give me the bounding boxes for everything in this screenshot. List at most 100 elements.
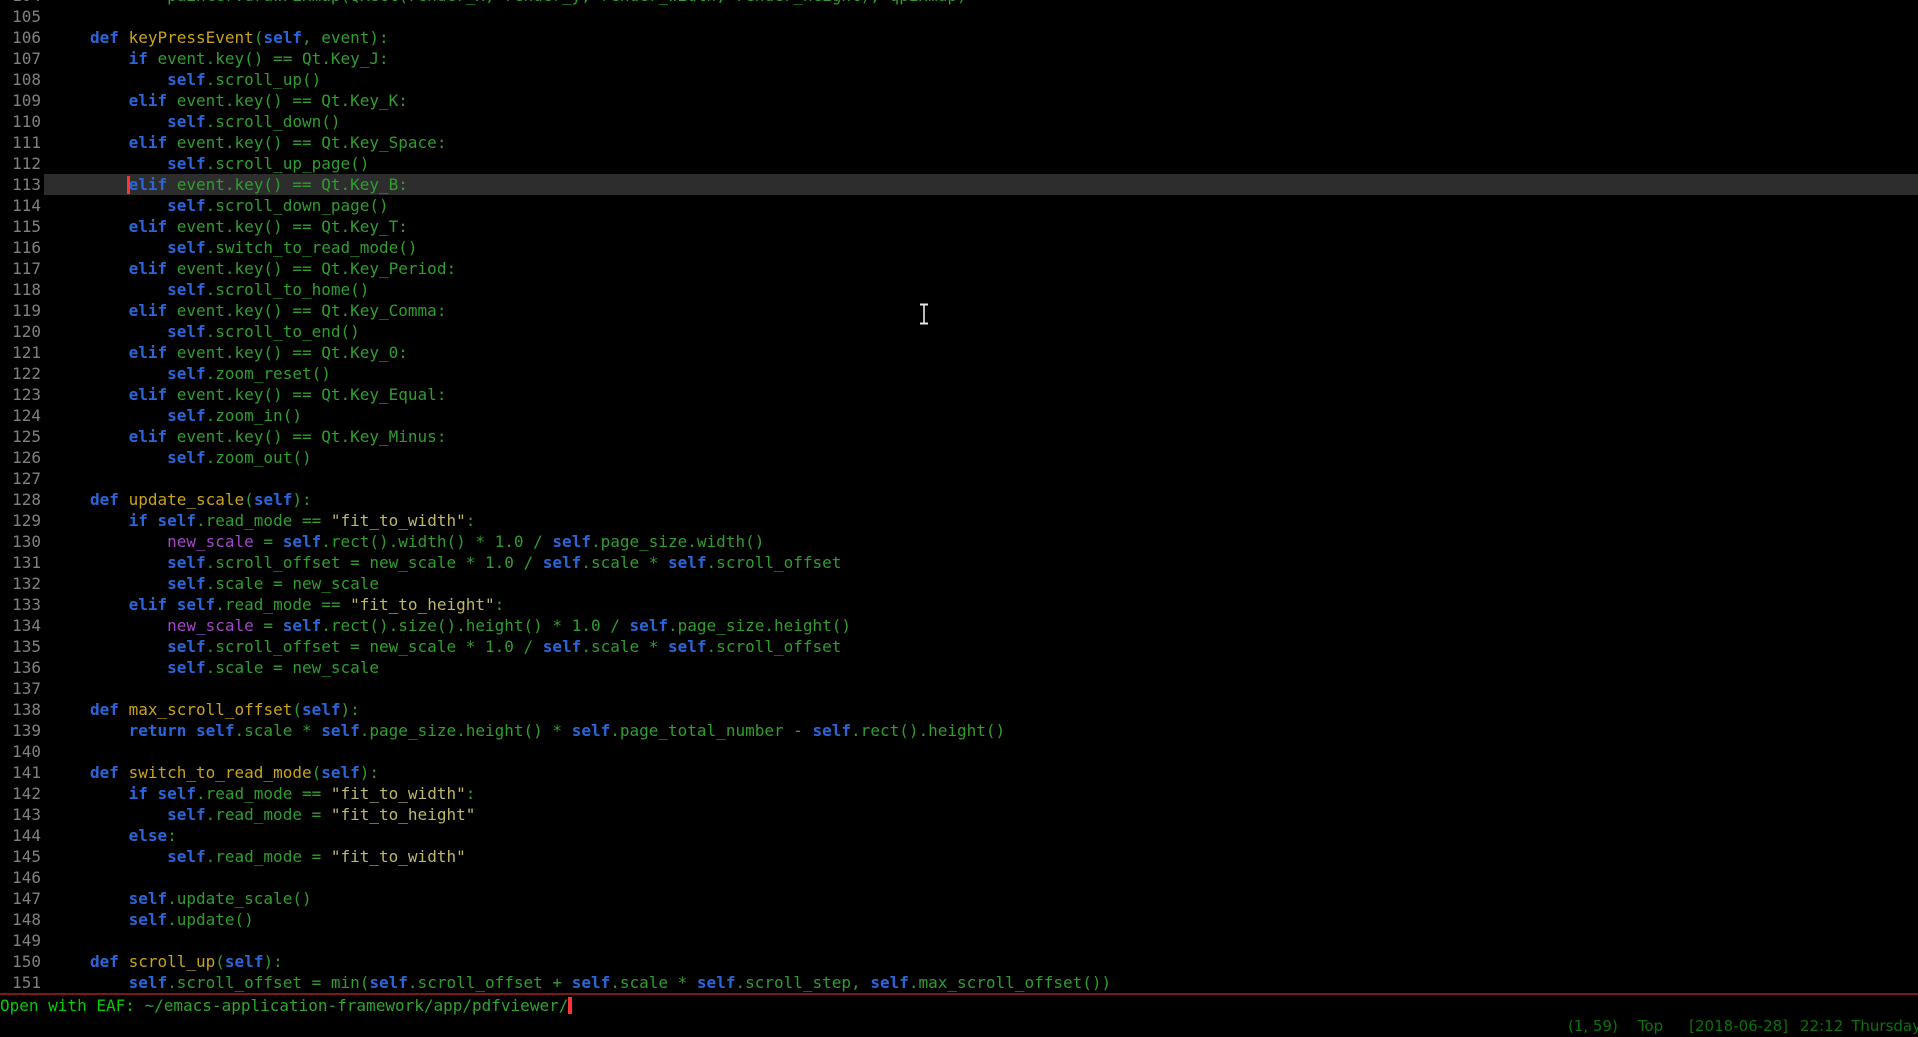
- line-number: 148: [0, 909, 41, 930]
- line-number: 138: [0, 699, 41, 720]
- code-line[interactable]: 120 self.scroll_to_end(): [0, 321, 1918, 342]
- line-number: 144: [0, 825, 41, 846]
- line-number: 125: [0, 426, 41, 447]
- line-number: 107: [0, 48, 41, 69]
- code-line[interactable]: 138 def max_scroll_offset(self):: [0, 699, 1918, 720]
- line-number: 118: [0, 279, 41, 300]
- mouse-ibeam-pointer: [917, 303, 931, 325]
- code-text: self.read_mode = "fit_to_height": [52, 804, 476, 825]
- code-line[interactable]: 125 elif event.key() == Qt.Key_Minus:: [0, 426, 1918, 447]
- code-text: self.switch_to_read_mode(): [52, 237, 418, 258]
- code-line[interactable]: 134 new_scale = self.rect().size().heigh…: [0, 615, 1918, 636]
- code-line[interactable]: 135 self.scroll_offset = new_scale * 1.0…: [0, 636, 1918, 657]
- line-number: 128: [0, 489, 41, 510]
- code-line[interactable]: 113 elif event.key() == Qt.Key_B:: [0, 174, 1918, 195]
- line-number: 129: [0, 510, 41, 531]
- code-line[interactable]: 126 self.zoom_out(): [0, 447, 1918, 468]
- code-text: elif event.key() == Qt.Key_Equal:: [52, 384, 447, 405]
- line-number: 137: [0, 678, 41, 699]
- code-line[interactable]: 131 self.scroll_offset = new_scale * 1.0…: [0, 552, 1918, 573]
- line-number: 122: [0, 363, 41, 384]
- code-text: def keyPressEvent(self, event):: [52, 27, 389, 48]
- code-line[interactable]: 147 self.update_scale(): [0, 888, 1918, 909]
- code-line[interactable]: 122 self.zoom_reset(): [0, 363, 1918, 384]
- code-line[interactable]: 112 self.scroll_up_page(): [0, 153, 1918, 174]
- code-line[interactable]: 116 self.switch_to_read_mode(): [0, 237, 1918, 258]
- code-line[interactable]: 105: [0, 6, 1918, 27]
- code-text: if event.key() == Qt.Key_J:: [52, 48, 389, 69]
- code-line[interactable]: 141 def switch_to_read_mode(self):: [0, 762, 1918, 783]
- code-line[interactable]: 115 elif event.key() == Qt.Key_T:: [0, 216, 1918, 237]
- code-text: elif event.key() == Qt.Key_0:: [52, 342, 408, 363]
- code-text: else:: [52, 825, 177, 846]
- line-number: 108: [0, 69, 41, 90]
- code-text: elif event.key() == Qt.Key_T:: [52, 216, 408, 237]
- code-text: elif event.key() == Qt.Key_B:: [52, 174, 408, 195]
- line-number: 113: [0, 174, 41, 195]
- code-line[interactable]: 127: [0, 468, 1918, 489]
- minibuffer-input[interactable]: ~/emacs-application-framework/app/pdfvie…: [145, 996, 569, 1015]
- code-line[interactable]: 117 elif event.key() == Qt.Key_Period:: [0, 258, 1918, 279]
- code-line[interactable]: 142 if self.read_mode == "fit_to_width":: [0, 783, 1918, 804]
- line-number: 134: [0, 615, 41, 636]
- code-line[interactable]: 123 elif event.key() == Qt.Key_Equal:: [0, 384, 1918, 405]
- code-text: def scroll_up(self):: [52, 951, 283, 972]
- code-line[interactable]: 109 elif event.key() == Qt.Key_K:: [0, 90, 1918, 111]
- code-text: def max_scroll_offset(self):: [52, 699, 360, 720]
- line-number: 130: [0, 531, 41, 552]
- code-text: elif event.key() == Qt.Key_Comma:: [52, 300, 447, 321]
- code-line[interactable]: 140: [0, 741, 1918, 762]
- code-text: self.zoom_in(): [52, 405, 302, 426]
- line-number: 140: [0, 741, 41, 762]
- tray-scroll-position: Top: [1638, 1016, 1663, 1037]
- code-line[interactable]: 124 self.zoom_in(): [0, 405, 1918, 426]
- line-number: 127: [0, 468, 41, 489]
- code-line[interactable]: 132 self.scale = new_scale: [0, 573, 1918, 594]
- line-number: 126: [0, 447, 41, 468]
- code-text: self.scroll_down(): [52, 111, 341, 132]
- code-line[interactable]: 121 elif event.key() == Qt.Key_0:: [0, 342, 1918, 363]
- code-buffer[interactable]: 104 painter.drawPixmap(QRect(render_x, r…: [0, 0, 1918, 993]
- code-text: elif event.key() == Qt.Key_K:: [52, 90, 408, 111]
- code-line[interactable]: 149: [0, 930, 1918, 951]
- code-line[interactable]: 129 if self.read_mode == "fit_to_width":: [0, 510, 1918, 531]
- code-text: return self.scale * self.page_size.heigh…: [52, 720, 1006, 741]
- code-text: elif event.key() == Qt.Key_Period:: [52, 258, 457, 279]
- code-line[interactable]: 146: [0, 867, 1918, 888]
- code-line[interactable]: 150 def scroll_up(self):: [0, 951, 1918, 972]
- code-text: self.scroll_offset = new_scale * 1.0 / s…: [52, 552, 842, 573]
- code-line[interactable]: 119 elif event.key() == Qt.Key_Comma:: [0, 300, 1918, 321]
- line-number: 109: [0, 90, 41, 111]
- minibuffer-cursor: [568, 997, 572, 1014]
- line-number: 106: [0, 27, 41, 48]
- code-line[interactable]: 107 if event.key() == Qt.Key_J:: [0, 48, 1918, 69]
- code-line[interactable]: 143 self.read_mode = "fit_to_height": [0, 804, 1918, 825]
- code-line[interactable]: 111 elif event.key() == Qt.Key_Space:: [0, 132, 1918, 153]
- code-line[interactable]: 139 return self.scale * self.page_size.h…: [0, 720, 1918, 741]
- line-number: 151: [0, 972, 41, 993]
- code-line[interactable]: 108 self.scroll_up(): [0, 69, 1918, 90]
- code-text: elif self.read_mode == "fit_to_height":: [52, 594, 505, 615]
- line-number: 114: [0, 195, 41, 216]
- code-text: self.scale = new_scale: [52, 573, 380, 594]
- code-line[interactable]: 128 def update_scale(self):: [0, 489, 1918, 510]
- code-line[interactable]: 118 self.scroll_to_home(): [0, 279, 1918, 300]
- minibuffer[interactable]: Open with EAF: ~/emacs-application-frame…: [0, 995, 1918, 1016]
- code-line[interactable]: 133 elif self.read_mode == "fit_to_heigh…: [0, 594, 1918, 615]
- tray-cursor-position: (1, 59): [1568, 1016, 1618, 1037]
- line-number: 120: [0, 321, 41, 342]
- code-line[interactable]: 136 self.scale = new_scale: [0, 657, 1918, 678]
- code-line[interactable]: 130 new_scale = self.rect().width() * 1.…: [0, 531, 1918, 552]
- code-line[interactable]: 106 def keyPressEvent(self, event):: [0, 27, 1918, 48]
- code-line[interactable]: 148 self.update(): [0, 909, 1918, 930]
- code-line[interactable]: 144 else:: [0, 825, 1918, 846]
- line-number: 142: [0, 783, 41, 804]
- code-line[interactable]: 145 self.read_mode = "fit_to_width": [0, 846, 1918, 867]
- code-text: elif event.key() == Qt.Key_Minus:: [52, 426, 447, 447]
- code-line[interactable]: 114 self.scroll_down_page(): [0, 195, 1918, 216]
- code-line[interactable]: 110 self.scroll_down(): [0, 111, 1918, 132]
- line-number: 119: [0, 300, 41, 321]
- code-line[interactable]: 137: [0, 678, 1918, 699]
- code-line[interactable]: 151 self.scroll_offset = min(self.scroll…: [0, 972, 1918, 993]
- line-number: 121: [0, 342, 41, 363]
